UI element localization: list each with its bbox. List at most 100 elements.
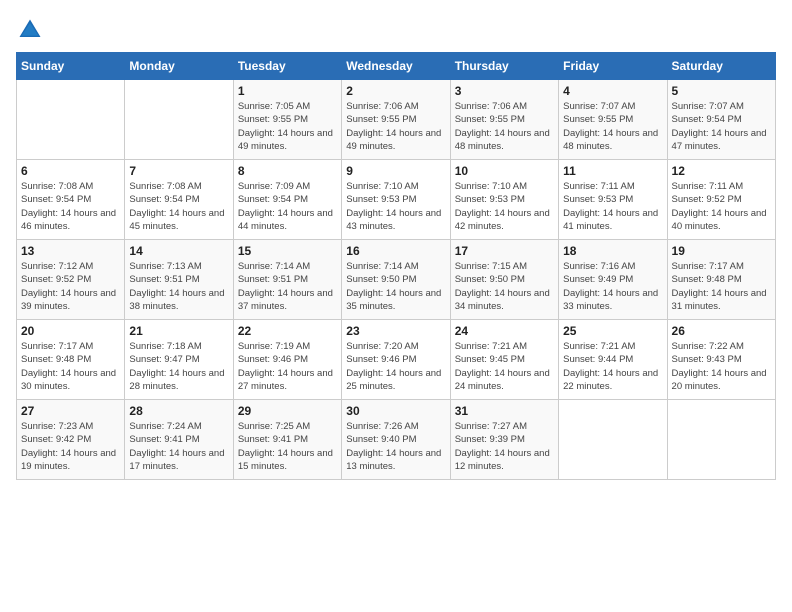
day-info: Sunrise: 7:14 AMSunset: 9:50 PMDaylight:… [346, 260, 445, 313]
day-number: 16 [346, 244, 445, 258]
day-info: Sunrise: 7:25 AMSunset: 9:41 PMDaylight:… [238, 420, 337, 473]
day-info: Sunrise: 7:27 AMSunset: 9:39 PMDaylight:… [455, 420, 554, 473]
calendar-week-row: 27 Sunrise: 7:23 AMSunset: 9:42 PMDayligh… [17, 400, 776, 480]
calendar-cell: 2Sunrise: 7:06 AMSunset: 9:55 PMDaylight… [342, 80, 450, 160]
logo [16, 16, 48, 44]
calendar-cell: 19 Sunrise: 7:17 AMSunset: 9:48 PMDayligh… [667, 240, 775, 320]
day-number: 21 [129, 324, 228, 338]
calendar-cell: 26 Sunrise: 7:22 AMSunset: 9:43 PMDayligh… [667, 320, 775, 400]
calendar-cell: 11 Sunrise: 7:11 AMSunset: 9:53 PMDayligh… [559, 160, 667, 240]
calendar-cell: 13Sunrise: 7:12 AMSunset: 9:52 PMDayligh… [17, 240, 125, 320]
calendar-cell: 27 Sunrise: 7:23 AMSunset: 9:42 PMDayligh… [17, 400, 125, 480]
day-number: 12 [672, 164, 771, 178]
calendar-cell: 10 Sunrise: 7:10 AMSunset: 9:53 PMDayligh… [450, 160, 558, 240]
day-number: 22 [238, 324, 337, 338]
day-info: Sunrise: 7:22 AMSunset: 9:43 PMDaylight:… [672, 340, 771, 393]
day-info: Sunrise: 7:05 AMSunset: 9:55 PMDaylight:… [238, 100, 337, 153]
day-info: Sunrise: 7:10 AMSunset: 9:53 PMDaylight:… [455, 180, 554, 233]
calendar-cell: 31 Sunrise: 7:27 AMSunset: 9:39 PMDayligh… [450, 400, 558, 480]
calendar-cell: 21 Sunrise: 7:18 AMSunset: 9:47 PMDayligh… [125, 320, 233, 400]
day-number: 23 [346, 324, 445, 338]
calendar-cell [667, 400, 775, 480]
day-number: 6 [21, 164, 120, 178]
day-info: Sunrise: 7:12 AMSunset: 9:52 PMDaylight:… [21, 260, 120, 313]
calendar-cell: 29 Sunrise: 7:25 AMSunset: 9:41 PMDayligh… [233, 400, 341, 480]
column-header-thursday: Thursday [450, 53, 558, 80]
calendar-cell: 18Sunrise: 7:16 AMSunset: 9:49 PMDayligh… [559, 240, 667, 320]
day-info: Sunrise: 7:06 AMSunset: 9:55 PMDaylight:… [346, 100, 445, 153]
day-info: Sunrise: 7:07 AMSunset: 9:54 PMDaylight:… [672, 100, 771, 153]
calendar-cell [17, 80, 125, 160]
day-info: Sunrise: 7:11 AMSunset: 9:52 PMDaylight:… [672, 180, 771, 233]
column-header-wednesday: Wednesday [342, 53, 450, 80]
day-number: 19 [672, 244, 771, 258]
day-number: 11 [563, 164, 662, 178]
calendar-cell: 1Sunrise: 7:05 AMSunset: 9:55 PMDaylight… [233, 80, 341, 160]
calendar-week-row: 1Sunrise: 7:05 AMSunset: 9:55 PMDaylight… [17, 80, 776, 160]
day-number: 25 [563, 324, 662, 338]
calendar-table: SundayMondayTuesdayWednesdayThursdayFrid… [16, 52, 776, 480]
day-info: Sunrise: 7:16 AMSunset: 9:49 PMDaylight:… [563, 260, 662, 313]
day-info: Sunrise: 7:06 AMSunset: 9:55 PMDaylight:… [455, 100, 554, 153]
calendar-cell: 5 Sunrise: 7:07 AMSunset: 9:54 PMDaylight… [667, 80, 775, 160]
calendar-cell: 24 Sunrise: 7:21 AMSunset: 9:45 PMDayligh… [450, 320, 558, 400]
calendar-cell: 25 Sunrise: 7:21 AMSunset: 9:44 PMDayligh… [559, 320, 667, 400]
calendar-cell: 7 Sunrise: 7:08 AMSunset: 9:54 PMDaylight… [125, 160, 233, 240]
column-header-monday: Monday [125, 53, 233, 80]
column-header-saturday: Saturday [667, 53, 775, 80]
column-header-tuesday: Tuesday [233, 53, 341, 80]
calendar-cell: 23 Sunrise: 7:20 AMSunset: 9:46 PMDayligh… [342, 320, 450, 400]
calendar-cell [559, 400, 667, 480]
day-number: 28 [129, 404, 228, 418]
day-number: 30 [346, 404, 445, 418]
logo-icon [16, 16, 44, 44]
column-header-sunday: Sunday [17, 53, 125, 80]
day-info: Sunrise: 7:23 AMSunset: 9:42 PMDaylight:… [21, 420, 120, 473]
calendar-cell: 28 Sunrise: 7:24 AMSunset: 9:41 PMDayligh… [125, 400, 233, 480]
day-number: 15 [238, 244, 337, 258]
day-info: Sunrise: 7:24 AMSunset: 9:41 PMDaylight:… [129, 420, 228, 473]
day-info: Sunrise: 7:17 AMSunset: 9:48 PMDaylight:… [21, 340, 120, 393]
day-info: Sunrise: 7:21 AMSunset: 9:44 PMDaylight:… [563, 340, 662, 393]
day-info: Sunrise: 7:07 AMSunset: 9:55 PMDaylight:… [563, 100, 662, 153]
calendar-cell: 30Sunrise: 7:26 AMSunset: 9:40 PMDayligh… [342, 400, 450, 480]
calendar-cell: 16 Sunrise: 7:14 AMSunset: 9:50 PMDayligh… [342, 240, 450, 320]
day-number: 26 [672, 324, 771, 338]
day-number: 3 [455, 84, 554, 98]
day-number: 20 [21, 324, 120, 338]
day-number: 27 [21, 404, 120, 418]
day-info: Sunrise: 7:11 AMSunset: 9:53 PMDaylight:… [563, 180, 662, 233]
day-info: Sunrise: 7:15 AMSunset: 9:50 PMDaylight:… [455, 260, 554, 313]
calendar-cell: 14 Sunrise: 7:13 AMSunset: 9:51 PMDayligh… [125, 240, 233, 320]
day-info: Sunrise: 7:19 AMSunset: 9:46 PMDaylight:… [238, 340, 337, 393]
day-info: Sunrise: 7:18 AMSunset: 9:47 PMDaylight:… [129, 340, 228, 393]
calendar-cell [125, 80, 233, 160]
day-info: Sunrise: 7:20 AMSunset: 9:46 PMDaylight:… [346, 340, 445, 393]
day-number: 5 [672, 84, 771, 98]
calendar-week-row: 6 Sunrise: 7:08 AMSunset: 9:54 PMDaylight… [17, 160, 776, 240]
day-info: Sunrise: 7:21 AMSunset: 9:45 PMDaylight:… [455, 340, 554, 393]
day-info: Sunrise: 7:17 AMSunset: 9:48 PMDaylight:… [672, 260, 771, 313]
day-number: 29 [238, 404, 337, 418]
day-number: 10 [455, 164, 554, 178]
calendar-cell: 6Sunrise: 7:08 AMSunset: 9:54 PMDaylight… [17, 160, 125, 240]
page-header [16, 16, 776, 44]
day-number: 14 [129, 244, 228, 258]
day-number: 31 [455, 404, 554, 418]
day-info: Sunrise: 7:14 AMSunset: 9:51 PMDaylight:… [238, 260, 337, 313]
day-info: Sunrise: 7:13 AMSunset: 9:51 PMDaylight:… [129, 260, 228, 313]
calendar-cell: 17Sunrise: 7:15 AMSunset: 9:50 PMDayligh… [450, 240, 558, 320]
day-number: 24 [455, 324, 554, 338]
column-header-friday: Friday [559, 53, 667, 80]
day-info: Sunrise: 7:10 AMSunset: 9:53 PMDaylight:… [346, 180, 445, 233]
day-number: 9 [346, 164, 445, 178]
calendar-cell: 9 Sunrise: 7:10 AMSunset: 9:53 PMDaylight… [342, 160, 450, 240]
day-number: 7 [129, 164, 228, 178]
day-info: Sunrise: 7:08 AMSunset: 9:54 PMDaylight:… [129, 180, 228, 233]
calendar-cell: 22 Sunrise: 7:19 AMSunset: 9:46 PMDayligh… [233, 320, 341, 400]
calendar-cell: 3 Sunrise: 7:06 AMSunset: 9:55 PMDaylight… [450, 80, 558, 160]
calendar-header-row: SundayMondayTuesdayWednesdayThursdayFrid… [17, 53, 776, 80]
day-number: 4 [563, 84, 662, 98]
calendar-week-row: 20 Sunrise: 7:17 AMSunset: 9:48 PMDayligh… [17, 320, 776, 400]
day-number: 8 [238, 164, 337, 178]
